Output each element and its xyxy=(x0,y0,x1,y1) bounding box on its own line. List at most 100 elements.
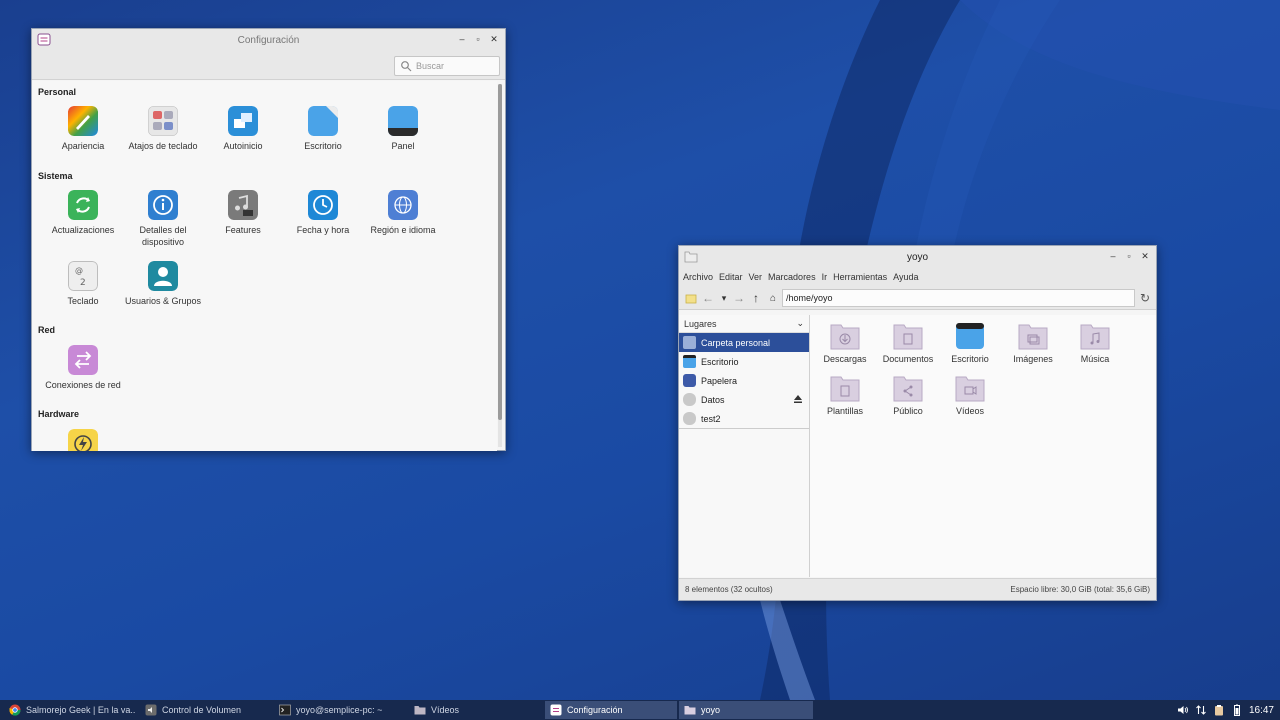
search-placeholder: Buscar xyxy=(416,61,445,71)
item-teclado[interactable]: @ 2 Teclado xyxy=(43,261,123,307)
refresh-button[interactable]: ↻ xyxy=(1138,291,1152,305)
menu-marcadores[interactable]: Marcadores xyxy=(768,272,816,282)
drive-icon xyxy=(683,393,696,406)
item-region[interactable]: Región e idioma xyxy=(363,190,443,236)
item-conexiones[interactable]: Conexiones de red xyxy=(43,345,123,391)
autostart-icon xyxy=(228,106,258,136)
config-toolbar: Buscar xyxy=(32,51,505,80)
folder-escritorio[interactable]: Escritorio xyxy=(939,322,1001,364)
chevron-down-icon: ⌄ xyxy=(796,318,804,328)
fm-menubar: Archivo Editar Ver Marcadores Ir Herrami… xyxy=(679,268,1156,286)
network-status-icon[interactable] xyxy=(1195,704,1207,716)
history-dropdown-button[interactable]: ▾ xyxy=(717,291,731,305)
download-folder-icon xyxy=(830,324,860,350)
clipboard-icon[interactable] xyxy=(1213,704,1225,716)
task-file-manager[interactable]: yoyo xyxy=(679,701,813,719)
item-detalles[interactable]: Detalles del dispositivo xyxy=(123,190,203,248)
forward-button[interactable]: → xyxy=(732,291,746,305)
battery-icon[interactable] xyxy=(1231,704,1243,716)
videos-folder-icon xyxy=(955,376,985,402)
svg-text:2: 2 xyxy=(80,278,86,288)
config-window: Configuración – ▫ ✕ Buscar Personal Apar… xyxy=(31,28,506,451)
fm-titlebar[interactable]: yoyo – ▫ ✕ xyxy=(679,246,1156,268)
folder-icon xyxy=(684,251,698,263)
task-volume-control[interactable]: Control de Volumen xyxy=(140,701,272,719)
sidebar-item-escritorio[interactable]: Escritorio xyxy=(679,352,809,371)
minimize-button[interactable]: – xyxy=(1106,249,1120,263)
task-configuracion[interactable]: Configuración xyxy=(545,701,677,719)
close-button[interactable]: ✕ xyxy=(487,32,501,46)
free-space: Espacio libre: 30,0 GiB (total: 35,6 GiB… xyxy=(1010,585,1150,594)
volume-icon[interactable] xyxy=(1177,704,1189,716)
taskbar: Salmorejo Geek | En la va... Control de … xyxy=(0,700,1280,720)
desktop-settings-icon xyxy=(308,106,338,136)
menu-herramientas[interactable]: Herramientas xyxy=(833,272,887,282)
task-browser[interactable]: Salmorejo Geek | En la va... xyxy=(4,701,136,719)
item-actualizaciones[interactable]: Actualizaciones xyxy=(43,190,123,236)
sidebar-divider xyxy=(679,428,809,429)
folder-documentos[interactable]: Documentos xyxy=(877,322,939,364)
task-videos[interactable]: Vídeos xyxy=(409,701,541,719)
menu-ayuda[interactable]: Ayuda xyxy=(893,272,918,282)
folder-imagenes[interactable]: Imágenes xyxy=(1002,322,1064,364)
sidebar-item-papelera[interactable]: Papelera xyxy=(679,371,809,390)
folder-descargas[interactable]: Descargas xyxy=(814,322,876,364)
system-tray: 16:47 xyxy=(1177,700,1280,720)
sidebar-item-datos[interactable]: Datos xyxy=(679,390,809,409)
config-scrollbar[interactable] xyxy=(498,84,502,447)
chrome-icon xyxy=(9,704,21,716)
item-usuarios[interactable]: Usuarios & Grupos xyxy=(123,261,203,307)
back-button[interactable]: ← xyxy=(701,291,715,305)
item-atajos[interactable]: Atajos de teclado xyxy=(123,106,203,152)
config-content: Personal Apariencia Atajos de teclado Au… xyxy=(32,81,497,451)
fm-window-title: yoyo xyxy=(906,251,929,263)
updates-icon xyxy=(68,190,98,220)
new-tab-icon xyxy=(685,294,697,304)
item-escritorio[interactable]: Escritorio xyxy=(283,106,363,152)
config-titlebar[interactable]: Configuración – ▫ ✕ xyxy=(32,29,505,51)
share-folder-icon xyxy=(893,376,923,402)
search-icon xyxy=(401,61,412,72)
category-hardware: Hardware xyxy=(38,409,80,419)
up-button[interactable]: ↑ xyxy=(749,291,763,305)
item-panel[interactable]: Panel xyxy=(363,106,443,152)
clock[interactable]: 16:47 xyxy=(1249,705,1274,716)
fm-location-bar: ← ▾ → ↑ ⌂ /home/yoyo ↻ xyxy=(679,286,1156,310)
search-input[interactable]: Buscar xyxy=(394,56,500,76)
folder-icon xyxy=(414,706,426,715)
folder-videos[interactable]: Vídeos xyxy=(939,374,1001,416)
sidebar-item-carpeta-personal[interactable]: Carpeta personal xyxy=(679,333,809,352)
menu-editar[interactable]: Editar xyxy=(719,272,743,282)
folder-musica[interactable]: Música xyxy=(1064,322,1126,364)
folder-publico[interactable]: Público xyxy=(877,374,939,416)
home-button[interactable]: ⌂ xyxy=(766,291,780,305)
path-input[interactable]: /home/yoyo xyxy=(782,289,1135,307)
item-autoinicio[interactable]: Autoinicio xyxy=(203,106,283,152)
item-power[interactable] xyxy=(43,429,123,451)
maximize-button[interactable]: ▫ xyxy=(1122,249,1136,263)
places-sidebar: Lugares ⌄ Carpeta personal Escritorio Pa… xyxy=(679,315,810,577)
close-button[interactable]: ✕ xyxy=(1138,249,1152,263)
item-count: 8 elementos (32 ocultos) xyxy=(685,585,773,594)
settings-app-icon xyxy=(550,704,562,716)
category-red: Red xyxy=(38,325,56,335)
task-terminal[interactable]: yoyo@semplice-pc: ~ xyxy=(274,701,406,719)
minimize-button[interactable]: – xyxy=(455,32,469,46)
eject-icon[interactable] xyxy=(792,393,804,405)
keyboard-shortcuts-icon xyxy=(148,106,178,136)
sidebar-item-test2[interactable]: test2 xyxy=(679,409,809,428)
maximize-button[interactable]: ▫ xyxy=(471,32,485,46)
fm-statusbar: 8 elementos (32 ocultos) Espacio libre: … xyxy=(679,578,1156,600)
item-fecha[interactable]: Fecha y hora xyxy=(283,190,363,236)
folder-view: Descargas Documentos Escritorio Imágenes… xyxy=(810,315,1156,577)
new-tab-button[interactable] xyxy=(684,291,698,305)
menu-ver[interactable]: Ver xyxy=(749,272,763,282)
item-features[interactable]: Features xyxy=(203,190,283,236)
places-header[interactable]: Lugares ⌄ xyxy=(679,315,809,333)
item-apariencia[interactable]: Apariencia xyxy=(43,106,123,152)
appearance-icon xyxy=(68,106,98,136)
menu-ir[interactable]: Ir xyxy=(822,272,828,282)
folder-plantillas[interactable]: Plantillas xyxy=(814,374,876,416)
scrollbar-thumb[interactable] xyxy=(498,84,502,420)
menu-archivo[interactable]: Archivo xyxy=(683,272,713,282)
